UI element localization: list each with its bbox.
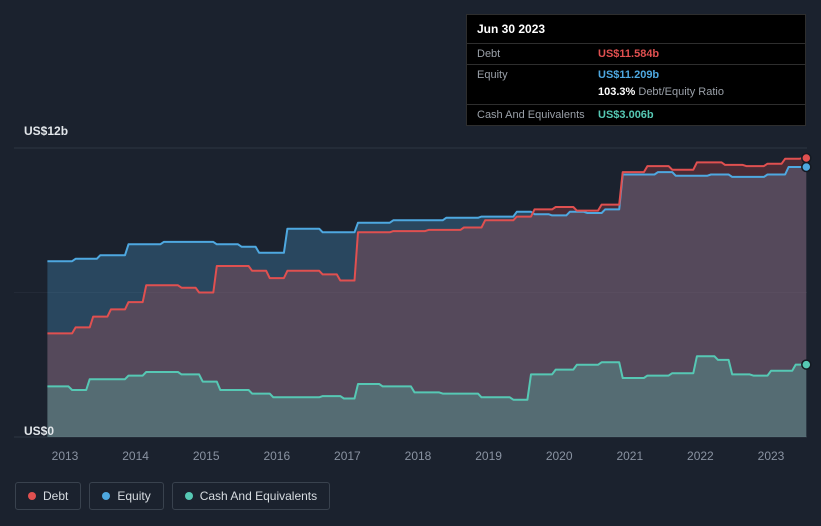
x-axis-tick-2021: 2021 xyxy=(616,449,644,463)
cash-and-equivalents-end-marker xyxy=(801,359,812,370)
tooltip-cash-row: Cash And Equivalents US$3.006b xyxy=(467,105,805,125)
x-axis-tick-2018: 2018 xyxy=(404,449,432,463)
legend-item-equity[interactable]: Equity xyxy=(89,482,164,510)
y-axis-label-max: US$12b xyxy=(24,124,69,138)
chart-tooltip: Jun 30 2023 Debt US$11.584b Equity US$11… xyxy=(466,14,806,126)
tooltip-ratio: 103.3% Debt/Equity Ratio xyxy=(598,86,724,98)
x-axis-tick-2015: 2015 xyxy=(192,449,220,463)
chart-panel: US$12b US$0 2013 2014 2015 2016 2017 2018 2019… xyxy=(0,0,821,526)
x-axis-tick-2020: 2020 xyxy=(545,449,573,463)
legend-debt-label: Debt xyxy=(43,489,69,503)
equity-end-marker xyxy=(801,161,812,173)
x-axis-tick-2017: 2017 xyxy=(334,449,361,463)
tooltip-debt-value: US$11.584b xyxy=(598,48,660,60)
tooltip-debt-label: Debt xyxy=(477,48,501,60)
tooltip-equity-row: Equity US$11.209b xyxy=(467,65,805,85)
tooltip-date: Jun 30 2023 xyxy=(467,15,805,44)
x-axis-tick-2019: 2019 xyxy=(475,449,502,463)
x-axis-tick-2016: 2016 xyxy=(263,449,291,463)
x-axis-tick-2023: 2023 xyxy=(757,449,785,463)
x-axis-tick-2013: 2013 xyxy=(51,449,79,463)
debt-series-dot-icon xyxy=(28,492,36,500)
legend-item-debt[interactable]: Debt xyxy=(15,482,82,510)
tooltip-debt-row: Debt US$11.584b xyxy=(467,44,805,65)
debt-end-marker xyxy=(801,152,812,164)
legend: Debt Equity Cash And Equivalents xyxy=(15,482,331,510)
legend-item-cash[interactable]: Cash And Equivalents xyxy=(171,482,331,510)
equity-series-dot-icon xyxy=(102,492,111,500)
tooltip-ratio-value: 103.3% xyxy=(598,86,636,98)
tooltip-ratio-label: Debt/Equity Ratio xyxy=(638,86,724,98)
tooltip-cash-label: Cash And Equivalents xyxy=(477,109,585,121)
tooltip-ratio-row: 103.3% Debt/Equity Ratio xyxy=(467,85,805,105)
tooltip-equity-label: Equity xyxy=(477,69,508,81)
x-axis-tick-2014: 2014 xyxy=(122,449,149,463)
cash-series-dot-icon xyxy=(184,492,193,500)
tooltip-cash-value: US$3.006b xyxy=(598,109,654,121)
y-axis-label-zero: US$0 xyxy=(24,424,55,438)
x-axis-tick-2022: 2022 xyxy=(687,449,714,463)
tooltip-equity-value: US$11.209b xyxy=(598,69,660,81)
legend-cash-label: Cash And Equivalents xyxy=(199,489,318,503)
legend-equity-label: Equity xyxy=(117,489,151,503)
